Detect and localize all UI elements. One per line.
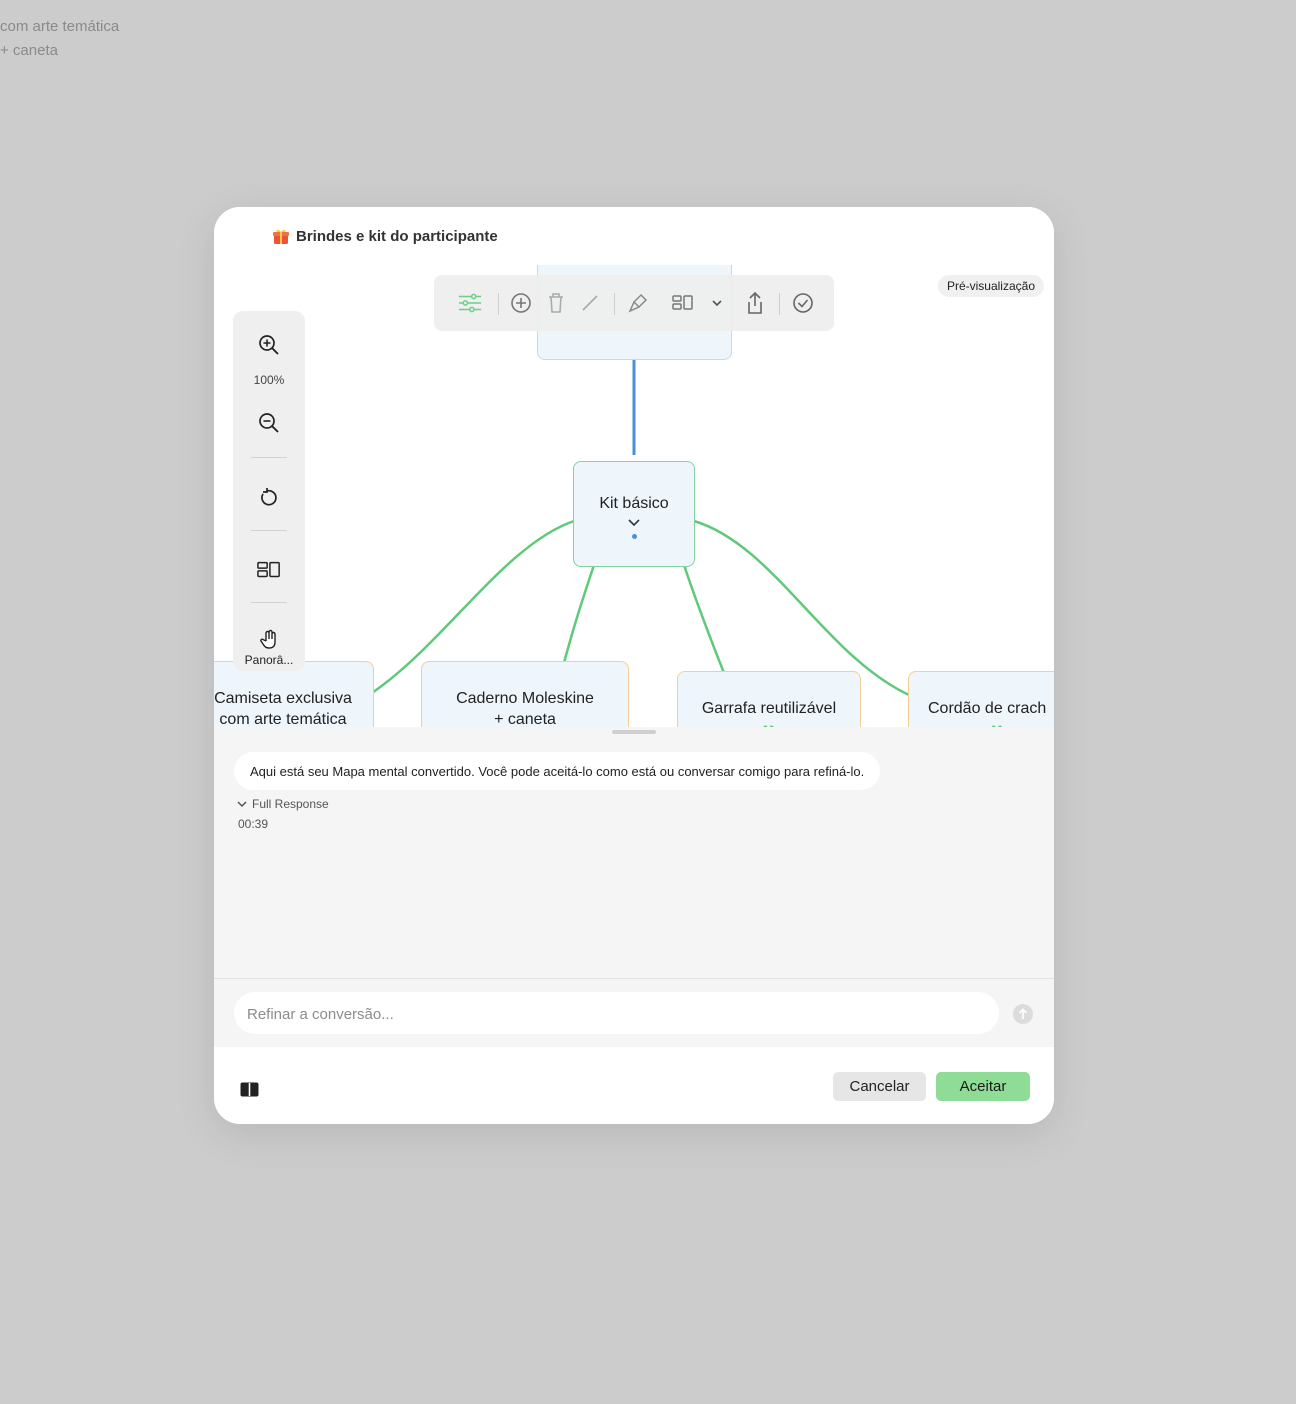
leaf-node-label-line1: Caderno Moleskine bbox=[456, 690, 594, 707]
chevron-down-icon bbox=[237, 801, 247, 808]
chevron-down-icon[interactable] bbox=[705, 291, 729, 315]
link-leaf-4 bbox=[693, 519, 910, 697]
send-button[interactable] bbox=[1013, 1004, 1033, 1024]
node-toolbar bbox=[434, 275, 834, 331]
center-node-label: Kit básico bbox=[599, 495, 669, 512]
pan-label: Panorâ... bbox=[244, 653, 294, 667]
mindmap-canvas[interactable]: Kit básico Camiseta exclusiva com arte t… bbox=[214, 265, 1054, 727]
cancel-button[interactable]: Cancelar bbox=[833, 1072, 926, 1101]
leaf-node-caderno[interactable]: Caderno Moleskine + caneta bbox=[421, 661, 629, 727]
gift-icon bbox=[272, 227, 290, 245]
full-response-toggle[interactable]: Full Response bbox=[236, 797, 329, 811]
arrow-up-icon bbox=[1018, 1008, 1028, 1019]
full-response-label: Full Response bbox=[252, 797, 329, 811]
dialog-footer: Cancelar Aceitar bbox=[214, 1047, 1054, 1124]
zoom-in-icon[interactable] bbox=[257, 333, 281, 357]
background-text-line-2: + caneta bbox=[0, 42, 58, 59]
preview-badge: Pré-visualização bbox=[937, 275, 1044, 297]
check-circle-icon[interactable] bbox=[791, 291, 815, 315]
response-timestamp: 00:39 bbox=[238, 817, 269, 831]
accept-button[interactable]: Aceitar bbox=[936, 1072, 1030, 1101]
trash-icon[interactable] bbox=[544, 291, 568, 315]
zoom-toolbar-divider bbox=[251, 530, 287, 531]
toolbar-divider bbox=[614, 293, 615, 315]
chat-panel: Aqui está seu Mapa mental convertido. Vo… bbox=[214, 727, 1054, 979]
leaf-node-label-line2: + caneta bbox=[494, 711, 556, 727]
background-text-line-1: com arte temática bbox=[0, 18, 120, 35]
add-circle-icon[interactable] bbox=[509, 291, 533, 315]
zoom-toolbar: 100% Panorâ... bbox=[233, 311, 305, 671]
link-leaf-3 bbox=[682, 564, 726, 674]
dialog-title: Brindes e kit do participante bbox=[272, 227, 498, 245]
zoom-toolbar-divider bbox=[251, 457, 287, 458]
resize-grip[interactable] bbox=[612, 730, 656, 734]
link-leaf-2 bbox=[562, 564, 596, 664]
sidebar-toggle-icon[interactable] bbox=[240, 1082, 259, 1097]
convert-dialog: Brindes e kit do participante Kit básico… bbox=[214, 207, 1054, 1124]
zoom-level: 100% bbox=[253, 373, 285, 387]
leaf-node-label-line2: com arte temática bbox=[219, 711, 347, 727]
layout-icon[interactable] bbox=[257, 558, 281, 582]
dialog-header: Brindes e kit do participante bbox=[214, 207, 1054, 266]
collapse-chevron-icon[interactable] bbox=[574, 515, 694, 533]
sliders-icon[interactable] bbox=[458, 291, 482, 315]
line-icon[interactable] bbox=[578, 291, 602, 315]
input-area bbox=[214, 978, 1054, 1048]
leaf-node-label-line1: Garrafa reutilizável bbox=[701, 700, 837, 717]
leaf-node-cordao[interactable]: Cordão de crach ●● bbox=[908, 671, 1054, 727]
zoom-toolbar-divider bbox=[251, 602, 287, 603]
node-dot bbox=[631, 534, 637, 539]
pan-hand-icon[interactable] bbox=[257, 627, 281, 651]
layout-icon[interactable] bbox=[671, 291, 695, 315]
refine-input[interactable] bbox=[245, 992, 989, 1036]
leaf-node-garrafa[interactable]: Garrafa reutilizável ●● bbox=[677, 671, 861, 727]
leaf-node-label-line1: Cordão de crach bbox=[928, 700, 1047, 717]
refine-input-wrapper bbox=[234, 992, 999, 1036]
toolbar-divider bbox=[498, 293, 499, 315]
paint-brush-icon[interactable] bbox=[626, 291, 650, 315]
zoom-out-icon[interactable] bbox=[257, 411, 281, 435]
reset-icon[interactable] bbox=[257, 486, 281, 510]
share-icon[interactable] bbox=[743, 291, 767, 315]
center-node[interactable]: Kit básico bbox=[573, 461, 695, 567]
assistant-message: Aqui está seu Mapa mental convertido. Vo… bbox=[234, 752, 881, 790]
toolbar-divider bbox=[779, 293, 780, 315]
dialog-title-text: Brindes e kit do participante bbox=[296, 227, 498, 245]
leaf-node-label-line1: Camiseta exclusiva bbox=[214, 690, 352, 707]
